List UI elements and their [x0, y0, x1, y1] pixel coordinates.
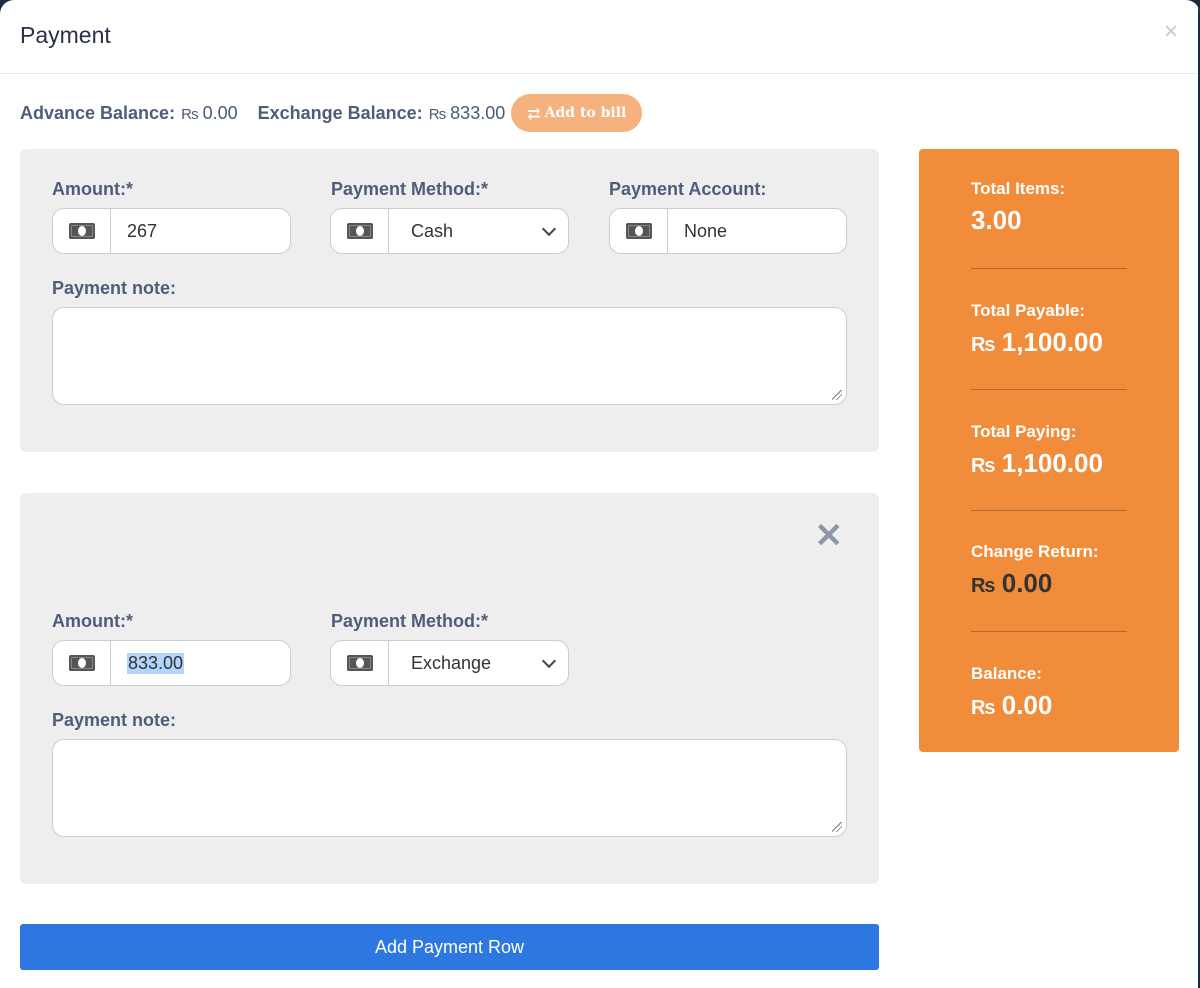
total-paying-value: ₨ 1,100.00	[971, 448, 1127, 479]
balance: Balance: ₨ 0.00	[971, 664, 1127, 721]
balance-value: ₨ 0.00	[971, 690, 1127, 721]
change-return-amount: 0.00	[1001, 568, 1053, 598]
payment-note-label: Payment note:	[52, 278, 177, 298]
payment-account-label: Payment Account:	[609, 179, 767, 199]
modal-header: Payment ×	[0, 0, 1200, 74]
balance-line: Advance Balance: ₨ 0.00 Exchange Balance…	[20, 94, 643, 132]
money-icon	[346, 655, 373, 671]
advance-balance-amount: 0.00	[202, 102, 238, 123]
divider	[971, 510, 1127, 511]
total-items-label: Total Items:	[971, 179, 1066, 198]
total-paying: Total Paying: ₨ 1,100.00	[971, 422, 1127, 479]
total-items: Total Items: 3.00	[971, 179, 1127, 236]
total-payable-label: Total Payable:	[971, 301, 1085, 320]
payment-note-textarea[interactable]	[52, 307, 847, 405]
exchange-balance-label: Exchange Balance:	[257, 102, 423, 123]
payment-summary-panel: Total Items: 3.00 Total Payable: ₨ 1,100…	[919, 149, 1179, 752]
payment-row-2: ✕ Amount:* 833.00 Payment Method:* Excha…	[20, 493, 879, 884]
payment-account-group: None	[609, 208, 847, 254]
amount-value-selected: 833.00	[127, 652, 185, 674]
change-return-label: Change Return:	[971, 542, 1099, 561]
total-payable: Total Payable: ₨ 1,100.00	[971, 301, 1127, 358]
balance-amount: 0.00	[1001, 690, 1053, 720]
currency-symbol: ₨	[971, 697, 995, 719]
payment-method-label: Payment Method:*	[331, 611, 489, 631]
payment-method-value: Exchange	[411, 652, 492, 673]
currency-symbol: ₨	[971, 575, 995, 597]
balance-label: Balance:	[971, 664, 1042, 683]
payment-method-group: Exchange	[330, 640, 569, 686]
currency-symbol: ₨	[181, 105, 198, 123]
payment-modal: Payment × Advance Balance: ₨ 0.00 Exchan…	[0, 0, 1200, 988]
divider	[971, 389, 1127, 390]
money-icon	[625, 223, 652, 239]
payment-note-textarea[interactable]	[52, 739, 847, 837]
amount-input[interactable]: 833.00	[111, 641, 290, 685]
payment-method-select[interactable]: Cash	[389, 209, 568, 253]
modal-title: Payment	[20, 22, 111, 48]
resize-grip-icon[interactable]	[832, 390, 842, 400]
currency-symbol: ₨	[428, 105, 446, 123]
money-icon	[68, 655, 95, 671]
exchange-balance-amount: 833.00	[450, 102, 506, 123]
amount-input-group: 833.00	[52, 640, 291, 686]
change-return-value: ₨ 0.00	[971, 568, 1127, 599]
add-to-bill-button[interactable]: ⇄ Add to bill	[511, 94, 643, 132]
divider	[971, 268, 1127, 269]
close-icon[interactable]: ×	[1164, 20, 1178, 44]
remove-row-icon[interactable]: ✕	[815, 519, 844, 553]
total-paying-label: Total Paying:	[971, 422, 1077, 441]
money-icon	[346, 223, 373, 239]
money-icon-addon	[610, 209, 668, 253]
payment-method-value: Cash	[411, 220, 454, 241]
add-to-bill-label: Add to bill	[544, 105, 627, 121]
payment-row-1: Amount:* 267 Payment Method:* Cash Payme…	[20, 149, 879, 452]
payment-method-label: Payment Method:*	[331, 179, 489, 199]
amount-label: Amount:*	[52, 611, 133, 631]
total-payable-amount: 1,100.00	[1001, 327, 1103, 357]
amount-label: Amount:*	[52, 179, 133, 199]
chevron-down-icon	[541, 221, 557, 236]
exchange-arrows-icon: ⇄	[527, 103, 541, 123]
payment-method-group: Cash	[330, 208, 569, 254]
payment-account-select[interactable]: None	[668, 209, 846, 253]
amount-input-group: 267	[52, 208, 291, 254]
payment-note-label: Payment note:	[52, 710, 177, 730]
money-icon-addon	[331, 641, 389, 685]
divider	[971, 631, 1127, 632]
amount-input[interactable]: 267	[111, 209, 290, 253]
advance-balance-value: ₨ 0.00	[181, 103, 238, 124]
add-payment-row-button[interactable]: Add Payment Row	[20, 924, 879, 970]
total-paying-amount: 1,100.00	[1001, 448, 1103, 478]
total-payable-value: ₨ 1,100.00	[971, 327, 1127, 358]
money-icon	[68, 223, 95, 239]
chevron-down-icon	[541, 653, 557, 668]
exchange-balance-value: ₨ 833.00	[429, 103, 506, 124]
advance-balance-label: Advance Balance:	[20, 102, 176, 123]
money-icon-addon	[331, 209, 389, 253]
money-icon-addon	[53, 209, 111, 253]
total-items-value: 3.00	[971, 205, 1022, 235]
resize-grip-icon[interactable]	[832, 822, 842, 832]
payment-method-select[interactable]: Exchange	[389, 641, 568, 685]
change-return: Change Return: ₨ 0.00	[971, 542, 1127, 599]
currency-symbol: ₨	[971, 455, 995, 477]
money-icon-addon	[53, 641, 111, 685]
currency-symbol: ₨	[971, 334, 995, 356]
